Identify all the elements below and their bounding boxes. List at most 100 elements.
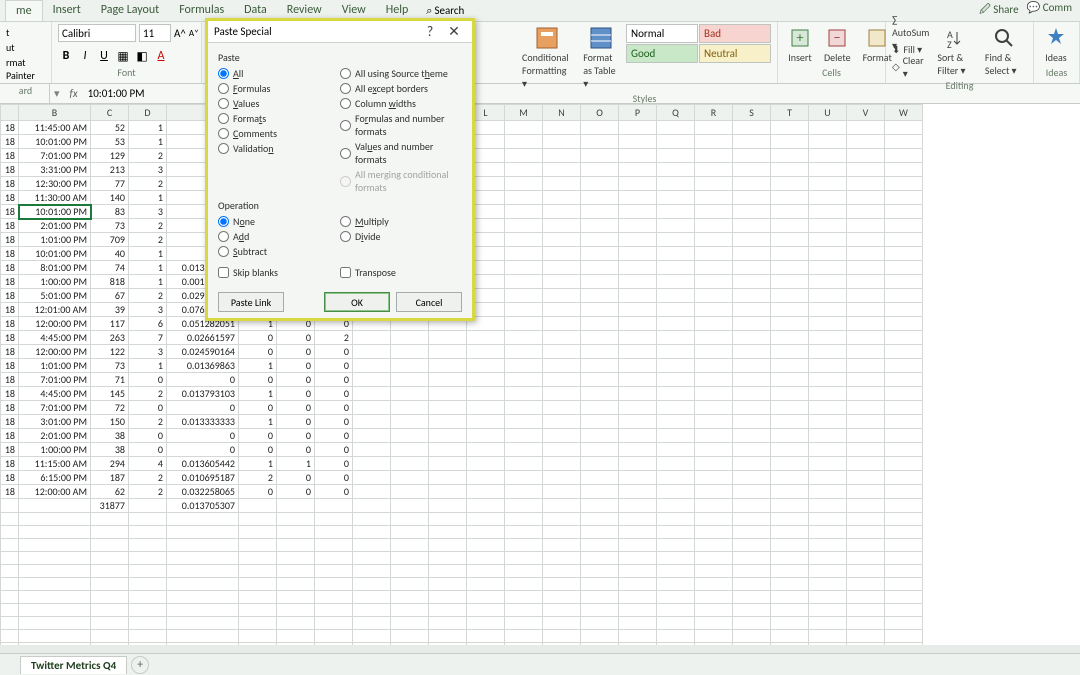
cell[interactable] xyxy=(129,630,167,643)
cell[interactable] xyxy=(619,485,657,499)
cell[interactable] xyxy=(581,401,619,415)
cell[interactable] xyxy=(581,247,619,261)
cell[interactable] xyxy=(657,457,695,471)
cell[interactable] xyxy=(733,289,771,303)
cell[interactable] xyxy=(657,219,695,233)
cell[interactable] xyxy=(543,387,581,401)
cell[interactable] xyxy=(505,591,543,604)
cell[interactable]: 18 xyxy=(1,233,19,247)
cell[interactable] xyxy=(657,289,695,303)
cell[interactable] xyxy=(543,135,581,149)
cell[interactable] xyxy=(429,604,467,617)
cell[interactable]: 0 xyxy=(315,359,353,373)
cell[interactable] xyxy=(733,526,771,539)
cell[interactable] xyxy=(847,401,885,415)
cell[interactable] xyxy=(391,359,429,373)
cell[interactable] xyxy=(167,552,239,565)
cell[interactable]: 0 xyxy=(129,373,167,387)
cell[interactable]: 0.013793103 xyxy=(167,387,239,401)
cell[interactable]: 3:01:00 PM xyxy=(19,415,91,429)
cell[interactable]: 18 xyxy=(1,331,19,345)
cell[interactable]: 31877 xyxy=(91,499,129,513)
cell[interactable]: 10:01:00 PM xyxy=(19,135,91,149)
cell[interactable] xyxy=(619,443,657,457)
cell[interactable] xyxy=(733,205,771,219)
cell[interactable] xyxy=(695,387,733,401)
cell[interactable] xyxy=(771,485,809,499)
cell[interactable] xyxy=(847,191,885,205)
cell[interactable] xyxy=(695,135,733,149)
column-header[interactable]: N xyxy=(543,105,581,121)
cell[interactable]: 18 xyxy=(1,219,19,233)
cell[interactable] xyxy=(391,539,429,552)
cell[interactable] xyxy=(505,247,543,261)
cell[interactable] xyxy=(353,457,391,471)
cell[interactable] xyxy=(771,604,809,617)
cell[interactable] xyxy=(391,457,429,471)
cell[interactable] xyxy=(619,289,657,303)
cell[interactable]: 77 xyxy=(91,177,129,191)
cell[interactable] xyxy=(809,149,847,163)
cell[interactable] xyxy=(847,149,885,163)
cell[interactable] xyxy=(391,373,429,387)
paste-link-button[interactable]: Paste Link xyxy=(218,292,284,312)
cell[interactable]: 0 xyxy=(239,443,277,457)
cell[interactable] xyxy=(543,643,581,646)
cell[interactable] xyxy=(429,565,467,578)
cell[interactable] xyxy=(543,219,581,233)
cell[interactable] xyxy=(19,591,91,604)
cell[interactable] xyxy=(809,387,847,401)
cell[interactable] xyxy=(847,526,885,539)
cell[interactable]: 18 xyxy=(1,485,19,499)
cell[interactable] xyxy=(809,233,847,247)
cell[interactable] xyxy=(429,591,467,604)
cell[interactable] xyxy=(885,303,923,317)
cell[interactable] xyxy=(619,471,657,485)
cell[interactable] xyxy=(543,617,581,630)
cell[interactable] xyxy=(885,539,923,552)
cell[interactable] xyxy=(391,526,429,539)
cell[interactable] xyxy=(19,578,91,591)
cell[interactable]: 0.013605442 xyxy=(167,457,239,471)
cell[interactable] xyxy=(19,513,91,526)
cell[interactable] xyxy=(391,591,429,604)
cell[interactable] xyxy=(277,643,315,646)
cell[interactable] xyxy=(505,526,543,539)
cell[interactable] xyxy=(695,219,733,233)
cell[interactable] xyxy=(353,499,391,513)
cell[interactable] xyxy=(657,163,695,177)
cell[interactable] xyxy=(505,617,543,630)
cell[interactable] xyxy=(733,578,771,591)
cell[interactable] xyxy=(885,219,923,233)
cell[interactable] xyxy=(429,471,467,485)
cell[interactable] xyxy=(733,565,771,578)
cell[interactable] xyxy=(581,317,619,331)
cell[interactable]: 18 xyxy=(1,261,19,275)
cell[interactable] xyxy=(91,513,129,526)
cell[interactable] xyxy=(771,219,809,233)
cell[interactable]: 2 xyxy=(129,387,167,401)
cell[interactable] xyxy=(505,443,543,457)
cell[interactable] xyxy=(505,317,543,331)
cell[interactable] xyxy=(429,331,467,345)
cell[interactable] xyxy=(733,317,771,331)
cell[interactable]: 18 xyxy=(1,275,19,289)
cell[interactable] xyxy=(277,499,315,513)
cell[interactable] xyxy=(847,275,885,289)
cell[interactable] xyxy=(771,401,809,415)
cell[interactable]: 1 xyxy=(239,359,277,373)
insert-cells-button[interactable]: +Insert xyxy=(784,24,816,66)
cell[interactable] xyxy=(581,552,619,565)
radio-values[interactable]: Values xyxy=(218,96,340,111)
cell[interactable]: 0 xyxy=(239,345,277,359)
cell[interactable]: 10:01:00 PM xyxy=(19,205,91,219)
cell[interactable] xyxy=(695,429,733,443)
cell[interactable] xyxy=(771,303,809,317)
cell[interactable]: 8:01:00 PM xyxy=(19,261,91,275)
cell[interactable] xyxy=(771,331,809,345)
cell[interactable] xyxy=(505,415,543,429)
cell[interactable] xyxy=(809,415,847,429)
cell[interactable] xyxy=(657,591,695,604)
cell[interactable] xyxy=(733,261,771,275)
cell[interactable] xyxy=(429,485,467,499)
